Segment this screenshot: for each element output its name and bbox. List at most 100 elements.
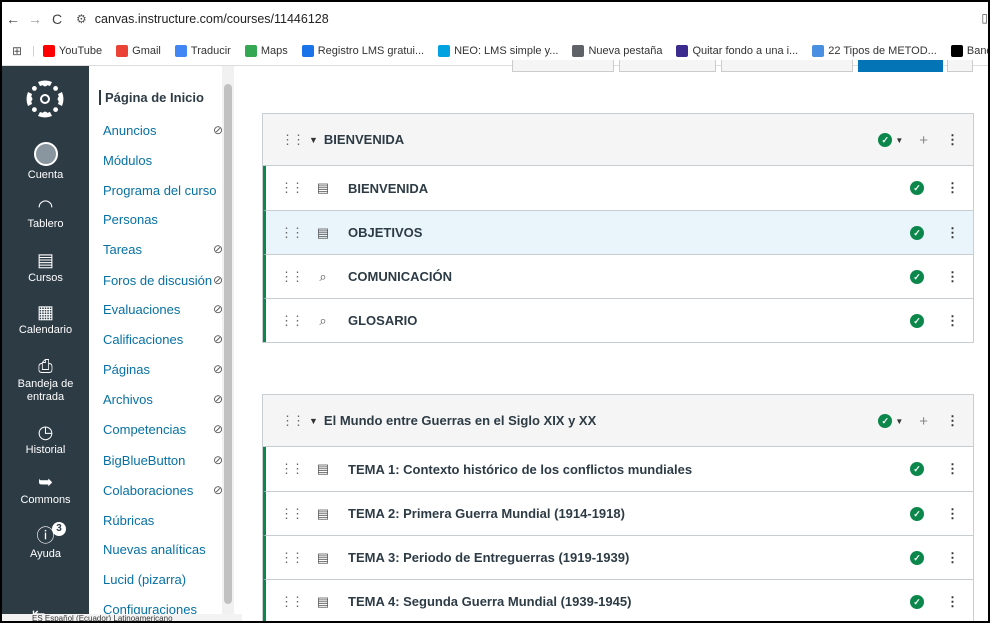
- top-primary-button[interactable]: [858, 60, 943, 72]
- module-item-row[interactable]: ⋮⋮ ▤ OBJETIVOS ✓ ⋮: [263, 210, 973, 254]
- add-item-plus-icon[interactable]: +: [919, 132, 928, 149]
- drag-handle-icon[interactable]: ⋮⋮: [280, 225, 304, 241]
- published-check-icon[interactable]: ✓: [910, 551, 924, 565]
- course-nav-item[interactable]: Calificaciones ⊘: [103, 332, 223, 347]
- module-item-title[interactable]: BIENVENIDA: [348, 181, 428, 196]
- bookmark-item[interactable]: Quitar fondo a una i...: [676, 44, 798, 57]
- top-action-button-1[interactable]: [512, 60, 614, 72]
- apps-grid-icon[interactable]: ⊞: [12, 44, 22, 58]
- course-nav-item[interactable]: Rúbricas: [103, 513, 223, 528]
- course-nav-item[interactable]: Páginas ⊘: [103, 362, 223, 377]
- bookmark-item[interactable]: YouTube: [42, 44, 102, 57]
- reload-icon[interactable]: C: [46, 11, 68, 27]
- item-options-kebab-icon[interactable]: ⋮: [946, 313, 959, 329]
- module-item-row[interactable]: ⋮⋮ ▤ TEMA 1: Contexto histórico de los con…: [263, 447, 973, 491]
- course-nav-item[interactable]: Tareas ⊘: [103, 242, 223, 257]
- module-header[interactable]: ⋮⋮ ▼ BIENVENIDA ✓ ▼ + ⋮: [263, 114, 973, 166]
- drag-handle-icon[interactable]: ⋮⋮: [280, 506, 304, 522]
- published-check-icon[interactable]: ✓: [878, 414, 893, 428]
- nav-inbox[interactable]: ⎙ Bandeja de entrada: [2, 356, 89, 404]
- bookmark-item[interactable]: Gmail: [116, 44, 161, 57]
- course-nav-item[interactable]: Lucid (pizarra): [103, 572, 223, 587]
- course-nav-item[interactable]: Personas: [103, 212, 223, 227]
- course-nav-scrollbar[interactable]: [222, 66, 234, 621]
- item-options-kebab-icon[interactable]: ⋮: [946, 506, 959, 522]
- published-check-icon[interactable]: ✓: [878, 133, 893, 147]
- item-options-kebab-icon[interactable]: ⋮: [946, 269, 959, 285]
- course-nav-item[interactable]: Módulos: [103, 153, 223, 168]
- item-options-kebab-icon[interactable]: ⋮: [946, 461, 959, 477]
- collapse-caret-icon[interactable]: ▼: [309, 416, 318, 426]
- item-options-kebab-icon[interactable]: ⋮: [946, 225, 959, 241]
- item-options-kebab-icon[interactable]: ⋮: [946, 180, 959, 196]
- course-nav-item[interactable]: Página de Inicio: [99, 90, 219, 105]
- item-options-kebab-icon[interactable]: ⋮: [946, 594, 959, 610]
- module-options-kebab-icon[interactable]: ⋮: [946, 132, 959, 148]
- drag-handle-icon[interactable]: ⋮⋮: [281, 413, 305, 429]
- module-item-title[interactable]: TEMA 3: Periodo de Entreguerras (1919-19…: [348, 550, 629, 565]
- published-check-icon[interactable]: ✓: [910, 181, 924, 195]
- nav-account[interactable]: Cuenta: [2, 142, 89, 181]
- collapse-caret-icon[interactable]: ▼: [309, 135, 318, 145]
- canvas-logo-icon[interactable]: [24, 78, 66, 120]
- module-item-row[interactable]: ⋮⋮ ▤ TEMA 3: Periodo de Entreguerras (1919…: [263, 535, 973, 579]
- drag-handle-icon[interactable]: ⋮⋮: [280, 550, 304, 566]
- top-more-button[interactable]: [947, 60, 973, 72]
- forward-icon[interactable]: →: [24, 11, 46, 27]
- drag-handle-icon[interactable]: ⋮⋮: [280, 461, 304, 477]
- module-item-row[interactable]: ⋮⋮ ⌕ GLOSARIO ✓ ⋮: [263, 298, 973, 342]
- course-nav-item[interactable]: Anuncios ⊘: [103, 123, 223, 138]
- course-nav-item[interactable]: Programa del curso: [103, 183, 223, 198]
- drag-handle-icon[interactable]: ⋮⋮: [280, 313, 304, 329]
- address-bar[interactable]: ⚙ canvas.instructure.com/courses/1144612…: [76, 7, 988, 31]
- drag-handle-icon[interactable]: ⋮⋮: [280, 269, 304, 285]
- bookmark-item[interactable]: Registro LMS gratui...: [301, 44, 424, 57]
- bookmark-item[interactable]: Banco de imáge: [950, 44, 988, 57]
- module-item-row[interactable]: ⋮⋮ ▤ TEMA 2: Primera Guerra Mundial (1914-…: [263, 491, 973, 535]
- nav-history[interactable]: ◷ Historial: [2, 422, 89, 456]
- module-item-row[interactable]: ⋮⋮ ⌕ COMUNICACIÓN ✓ ⋮: [263, 254, 973, 298]
- module-item-title[interactable]: COMUNICACIÓN: [348, 269, 452, 284]
- nav-calendar[interactable]: ▦ Calendario: [2, 302, 89, 336]
- published-check-icon[interactable]: ✓: [910, 462, 924, 476]
- published-check-icon[interactable]: ✓: [910, 595, 924, 609]
- published-check-icon[interactable]: ✓: [910, 226, 924, 240]
- drag-handle-icon[interactable]: ⋮⋮: [280, 180, 304, 196]
- nav-commons[interactable]: ➥ Commons: [2, 472, 89, 506]
- module-item-title[interactable]: OBJETIVOS: [348, 225, 422, 240]
- course-nav-item[interactable]: Foros de discusión ⊘: [103, 273, 223, 288]
- module-options-kebab-icon[interactable]: ⋮: [946, 413, 959, 429]
- publish-menu-caret-icon[interactable]: ▼: [895, 417, 903, 426]
- nav-courses[interactable]: ▤ Cursos: [2, 246, 89, 292]
- course-nav-item[interactable]: Nuevas analíticas: [103, 542, 223, 557]
- course-nav-item[interactable]: Archivos ⊘: [103, 392, 223, 407]
- bookmark-item[interactable]: 22 Tipos de METOD...: [812, 44, 937, 57]
- nav-dashboard[interactable]: ◠ Tablero: [2, 196, 89, 230]
- published-check-icon[interactable]: ✓: [910, 507, 924, 521]
- module-item-title[interactable]: TEMA 4: Segunda Guerra Mundial (1939-194…: [348, 594, 631, 609]
- course-nav-item[interactable]: Competencias ⊘: [103, 422, 223, 437]
- course-nav-item[interactable]: BigBlueButton ⊘: [103, 453, 223, 468]
- bookmark-item[interactable]: NEO: LMS simple y...: [438, 44, 558, 57]
- site-info-icon[interactable]: ⚙: [76, 12, 87, 26]
- back-icon[interactable]: ←: [2, 11, 24, 27]
- module-item-title[interactable]: TEMA 1: Contexto histórico de los confli…: [348, 462, 692, 477]
- scrollbar-thumb[interactable]: [224, 84, 232, 604]
- module-item-row[interactable]: ⋮⋮ ▤ BIENVENIDA ✓ ⋮: [263, 166, 973, 210]
- add-item-plus-icon[interactable]: +: [919, 413, 928, 430]
- module-item-title[interactable]: GLOSARIO: [348, 313, 417, 328]
- publish-menu-caret-icon[interactable]: ▼: [895, 136, 903, 145]
- top-action-button-3[interactable]: [721, 60, 853, 72]
- course-nav-item[interactable]: Evaluaciones ⊘: [103, 302, 223, 317]
- bookmark-item[interactable]: Nueva pestaña: [572, 44, 662, 57]
- published-check-icon[interactable]: ✓: [910, 314, 924, 328]
- drag-handle-icon[interactable]: ⋮⋮: [281, 132, 305, 148]
- course-nav-item[interactable]: Colaboraciones ⊘: [103, 483, 223, 498]
- bookmark-item[interactable]: Traducir: [174, 44, 231, 57]
- module-item-row[interactable]: ⋮⋮ ▤ TEMA 4: Segunda Guerra Mundial (1939-…: [263, 579, 973, 621]
- bookmark-item[interactable]: Maps: [244, 44, 288, 57]
- published-check-icon[interactable]: ✓: [910, 270, 924, 284]
- drag-handle-icon[interactable]: ⋮⋮: [280, 594, 304, 610]
- module-header[interactable]: ⋮⋮ ▼ El Mundo entre Guerras en el Siglo XI…: [263, 395, 973, 447]
- window-control-icon[interactable]: ▯: [981, 11, 988, 25]
